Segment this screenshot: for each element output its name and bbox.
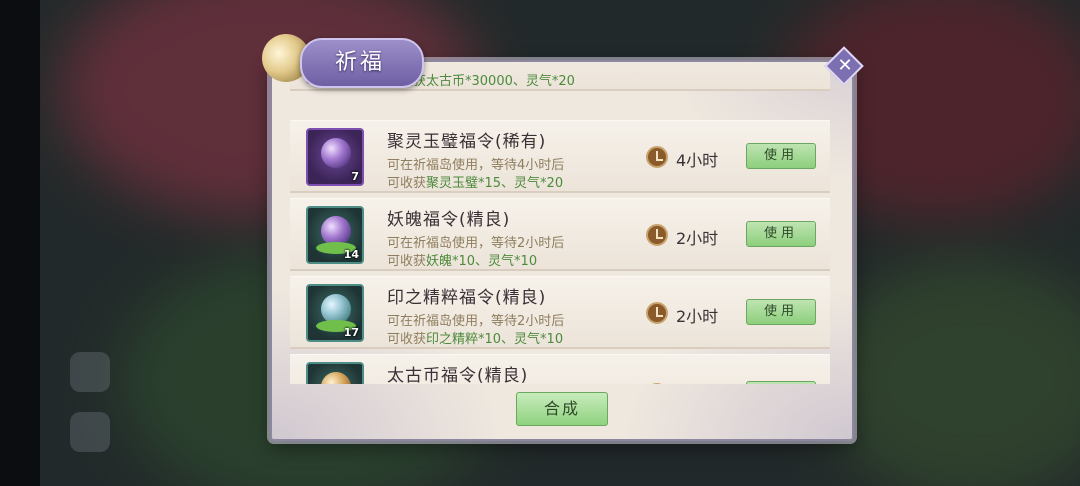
- list-item: 太古币福令(精良): [290, 354, 830, 384]
- left-edge-bar: [0, 0, 40, 486]
- token-thumbnail[interactable]: [306, 362, 364, 384]
- item-reward-line: 可收获聚灵玉璧*15、灵气*20: [387, 172, 563, 191]
- item-name: 聚灵玉璧福令(稀有): [387, 132, 547, 152]
- background-hud-button: [70, 412, 110, 452]
- item-reward-line: 可收获妖魄*10、灵气*10: [387, 250, 537, 269]
- wait-time: 2小时: [676, 229, 719, 248]
- list-item: 14 妖魄福令(精良) 可在祈福岛使用，等待2小时后 可收获妖魄*10、灵气*1…: [290, 198, 830, 271]
- use-button[interactable]: [746, 381, 816, 384]
- item-name: 太古币福令(精良): [387, 366, 529, 384]
- background-hud-button: [70, 352, 110, 392]
- reward-value: 聚灵玉璧*15、灵气*20: [426, 176, 564, 191]
- ancient-coin-icon: [321, 372, 351, 384]
- clock-icon: [646, 224, 668, 246]
- clock-icon: [646, 146, 668, 168]
- clock-icon: [646, 383, 668, 384]
- reward-value: 印之精粹*10、灵气*10: [426, 332, 564, 347]
- blessing-token-list[interactable]: 8 可收获太古币*30000、灵气*20 7 聚灵玉璧福令(稀有) 可在祈福岛使…: [290, 62, 830, 384]
- use-button[interactable]: 使用: [746, 299, 816, 325]
- use-button[interactable]: 使用: [746, 221, 816, 247]
- wait-time: 2小时: [676, 307, 719, 326]
- item-count: 17: [343, 326, 359, 339]
- item-usage-text: 可在祈福岛使用，等待4小时后: [387, 158, 565, 173]
- item-usage-text: 可在祈福岛使用，等待2小时后: [387, 314, 565, 329]
- wait-time: 4小时: [676, 151, 719, 170]
- reward-value: 妖魄*10、灵气*10: [426, 254, 538, 269]
- list-item: 17 印之精粹福令(精良) 可在祈福岛使用，等待2小时后 可收获印之精粹*10、…: [290, 276, 830, 349]
- blessing-dialog: 8 可收获太古币*30000、灵气*20 7 聚灵玉璧福令(稀有) 可在祈福岛使…: [270, 60, 854, 441]
- item-name: 印之精粹福令(精良): [387, 288, 547, 308]
- token-thumbnail[interactable]: 17: [306, 284, 364, 342]
- item-reward-line: 可收获印之精粹*10、灵气*10: [387, 328, 563, 347]
- token-thumbnail[interactable]: 14: [306, 206, 364, 264]
- use-button[interactable]: 使用: [746, 143, 816, 169]
- list-item: 7 聚灵玉璧福令(稀有) 可在祈福岛使用，等待4小时后 可收获聚灵玉璧*15、灵…: [290, 120, 830, 193]
- reward-prefix: 可收获: [387, 176, 427, 191]
- reward-prefix: 可收获: [387, 254, 427, 269]
- merge-button[interactable]: 合成: [516, 392, 608, 426]
- close-x-icon[interactable]: ✕: [834, 54, 856, 78]
- item-count: 14: [343, 248, 359, 261]
- item-name: 妖魄福令(精良): [387, 210, 511, 230]
- jade-disc-icon: [321, 138, 351, 168]
- reward-prefix: 可收获: [387, 332, 427, 347]
- item-count: 7: [351, 170, 359, 183]
- token-thumbnail[interactable]: 7: [306, 128, 364, 186]
- clock-icon: [646, 302, 668, 324]
- item-usage-text: 可在祈福岛使用，等待2小时后: [387, 236, 565, 251]
- dialog-title: 祈福: [335, 50, 386, 75]
